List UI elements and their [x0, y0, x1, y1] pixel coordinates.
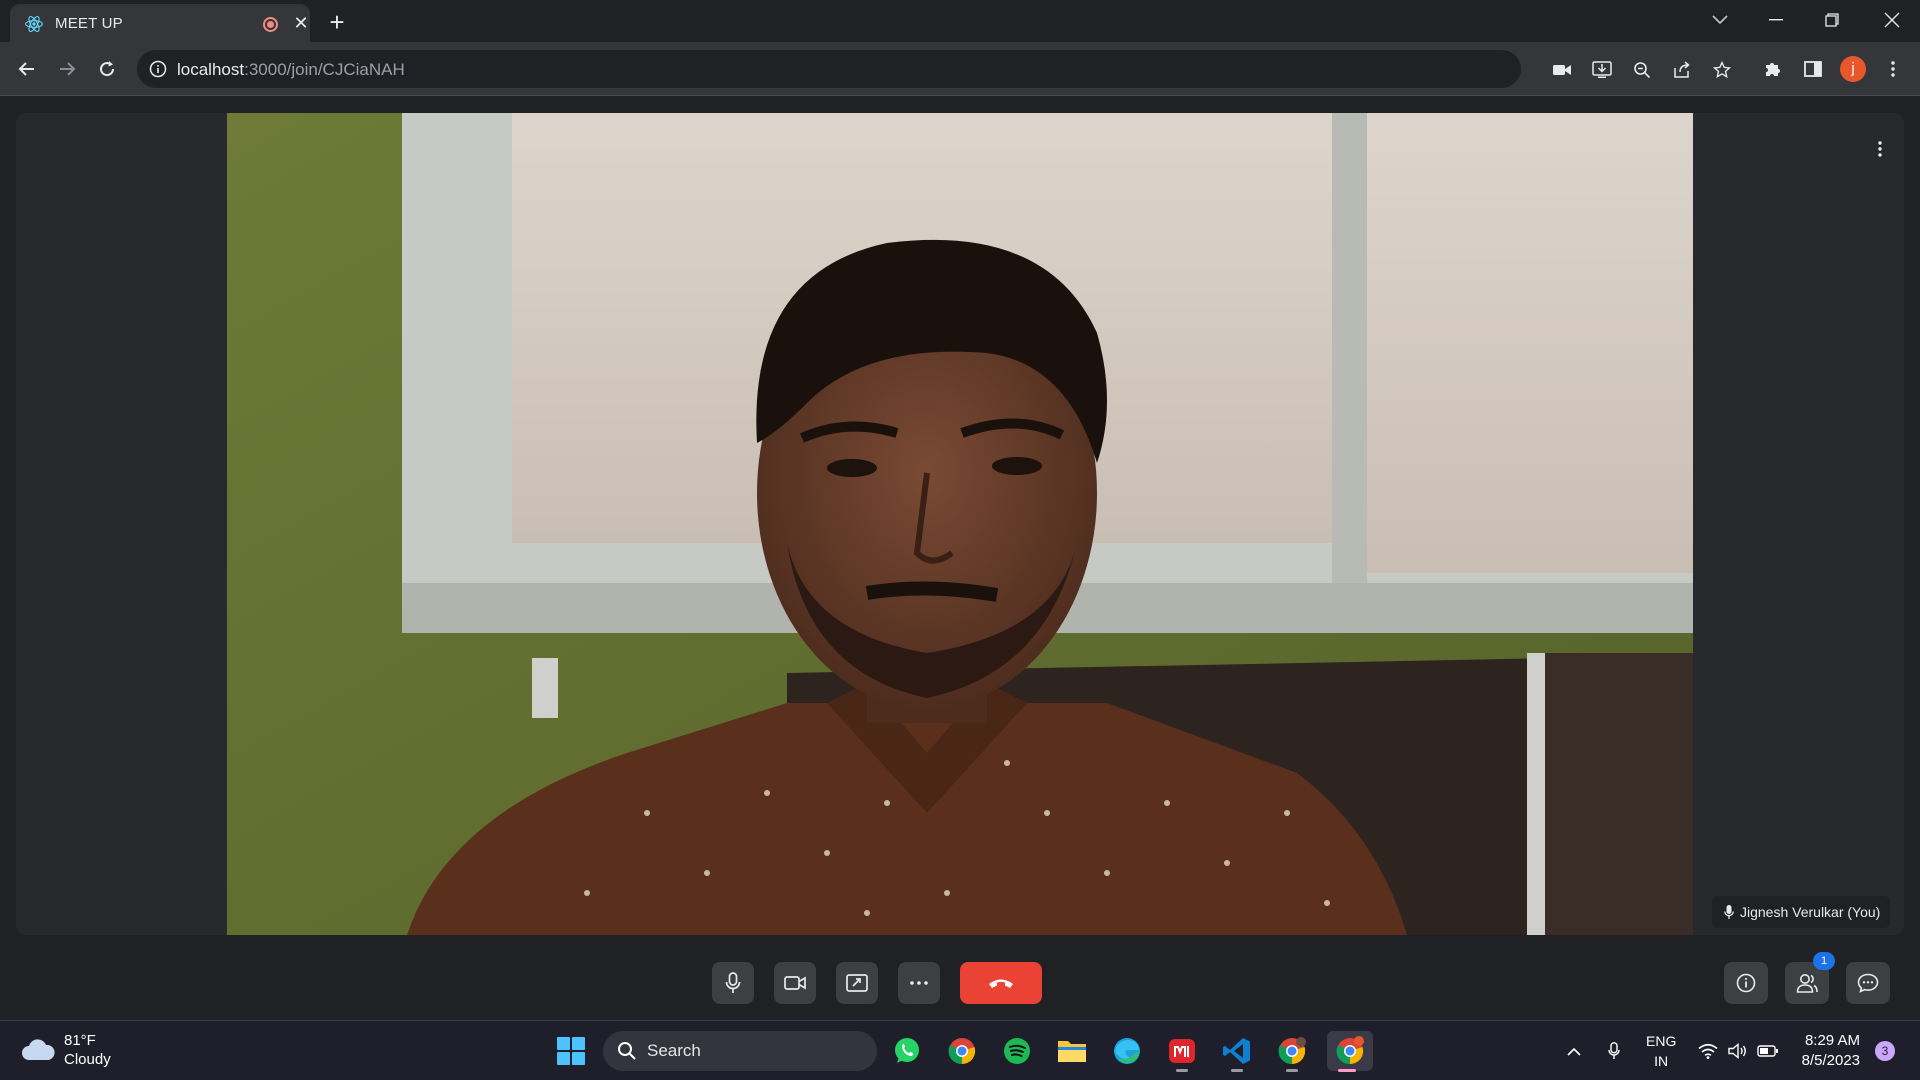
camera-button[interactable] [774, 962, 816, 1004]
browser-toolbar: localhost:3000/join/CJCiaNAH [0, 42, 1920, 96]
weather-widget[interactable]: 81°F Cloudy [20, 1031, 111, 1069]
zoom-icon[interactable] [1631, 59, 1653, 81]
app-running-indicator [1231, 1069, 1243, 1072]
url-text: localhost:3000/join/CJCiaNAH [177, 60, 405, 80]
back-arrow-icon[interactable] [10, 52, 44, 86]
weather-temperature: 81°F [64, 1032, 96, 1049]
system-clock[interactable]: 8:29 AM 8/5/2023 [1790, 1031, 1860, 1071]
meeting-page [0, 97, 1920, 1020]
weather-description: Cloudy [64, 1051, 111, 1068]
taskbar-search[interactable]: Search [603, 1031, 877, 1071]
people-icon [1796, 974, 1818, 993]
clock-date: 8/5/2023 [1801, 1052, 1860, 1069]
chrome-icon [948, 1038, 976, 1065]
browser-menu-icon[interactable] [1880, 56, 1906, 82]
volume-icon[interactable] [1727, 1040, 1749, 1062]
site-info-icon[interactable] [149, 60, 167, 78]
video-camera-icon [784, 976, 806, 990]
participants-count-badge: 1 [1813, 952, 1835, 970]
edge-app[interactable] [1107, 1031, 1147, 1071]
share-icon[interactable] [1671, 59, 1693, 81]
microphone-in-use-icon[interactable] [1603, 1040, 1625, 1062]
input-language[interactable]: ENG IN [1646, 1031, 1676, 1071]
participant-name-tag: Jignesh Verulkar (You) [1712, 896, 1891, 928]
minimize-window-icon[interactable] [1748, 2, 1804, 38]
address-bar[interactable]: localhost:3000/join/CJCiaNAH [137, 50, 1731, 88]
more-options-button[interactable] [898, 962, 940, 1004]
language-code: ENG [1646, 1033, 1677, 1049]
whatsapp-icon [895, 1038, 919, 1063]
search-label: Search [647, 1041, 701, 1060]
extensions-puzzle-icon[interactable] [1760, 56, 1786, 82]
close-window-icon[interactable] [1864, 2, 1920, 38]
meeting-info-button[interactable] [1724, 962, 1768, 1004]
chat-bubble-icon [1857, 973, 1879, 993]
chrome-profile-app[interactable] [1272, 1031, 1312, 1072]
restore-window-icon[interactable] [1804, 2, 1860, 38]
browser-tab-meet-up[interactable]: MEET UP ✕ [10, 4, 310, 42]
start-button[interactable] [551, 1031, 591, 1071]
url-host: localhost [177, 60, 245, 79]
show-hidden-icons-chevron-icon[interactable] [1563, 1040, 1585, 1062]
battery-icon[interactable] [1757, 1040, 1779, 1062]
new-tab-button[interactable]: + [322, 8, 352, 38]
video-stage [16, 113, 1904, 935]
cloud-icon [22, 1039, 55, 1060]
notification-count-badge[interactable]: 3 [1875, 1041, 1895, 1061]
mic-small-icon [1724, 905, 1734, 919]
folder-icon [1058, 1041, 1086, 1062]
camera-in-use-icon[interactable] [1551, 59, 1573, 81]
more-horizontal-icon [910, 981, 928, 985]
participant-name: Jignesh Verulkar (You) [1740, 904, 1881, 920]
red-app[interactable] [1162, 1031, 1202, 1072]
participant-video [227, 113, 1693, 935]
vscode-icon [1223, 1038, 1250, 1064]
browser-tab-strip: MEET UP ✕ + [0, 0, 1920, 42]
app-running-indicator [1176, 1069, 1188, 1072]
profile-avatar[interactable]: j [1840, 56, 1866, 82]
install-app-icon[interactable] [1591, 59, 1613, 81]
react-logo-icon [25, 16, 43, 32]
end-call-button[interactable] [960, 962, 1042, 1004]
info-icon [1736, 973, 1756, 993]
tab-close-icon[interactable]: ✕ [290, 12, 312, 34]
reload-icon[interactable] [90, 52, 124, 86]
tile-options-icon[interactable] [1868, 137, 1892, 161]
file-explorer-app[interactable] [1052, 1031, 1092, 1071]
recording-indicator-icon [263, 17, 278, 32]
microphone-button[interactable] [712, 962, 754, 1004]
wifi-icon[interactable] [1697, 1040, 1719, 1062]
app-red-icon [1169, 1039, 1195, 1063]
present-screen-icon [846, 974, 868, 992]
whatsapp-app[interactable] [887, 1031, 927, 1071]
tab-title: MEET UP [55, 15, 123, 32]
present-screen-button[interactable] [836, 962, 878, 1004]
chrome-active-app[interactable] [1327, 1031, 1373, 1072]
chrome-app[interactable] [942, 1031, 982, 1071]
edge-icon [1114, 1038, 1140, 1064]
clock-time: 8:29 AM [1804, 1032, 1860, 1049]
webcam-feed-image [227, 113, 1693, 935]
app-running-indicator [1286, 1069, 1298, 1072]
chrome-profile-icon [1278, 1037, 1306, 1065]
hang-up-phone-icon [989, 979, 1013, 988]
search-icon [618, 1042, 636, 1060]
vscode-app[interactable] [1217, 1031, 1257, 1072]
app-active-indicator [1338, 1069, 1356, 1072]
region-code: IN [1654, 1053, 1669, 1069]
windows-logo-icon [557, 1037, 585, 1065]
microphone-icon [725, 972, 741, 993]
spotify-app[interactable] [997, 1031, 1037, 1071]
chat-button[interactable] [1846, 962, 1890, 1004]
chrome-active-icon [1336, 1036, 1364, 1065]
side-panel-icon[interactable] [1800, 56, 1826, 82]
windows-taskbar: 81°F Cloudy Search ENG IN 8:29 AM 8/5/20… [0, 1020, 1920, 1080]
tab-search-chevron-icon[interactable] [1692, 2, 1748, 38]
spotify-icon [1004, 1038, 1030, 1064]
bookmark-star-icon[interactable] [1711, 59, 1733, 81]
url-path: :3000/join/CJCiaNAH [244, 60, 405, 79]
forward-arrow-icon[interactable] [50, 52, 84, 86]
